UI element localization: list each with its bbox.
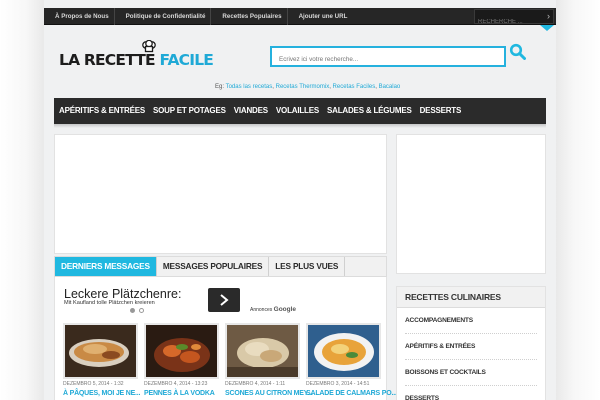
post-title[interactable]: PENNES À LA VODKA [144, 390, 219, 397]
chevron-right-icon [220, 294, 229, 306]
ad-subtitle[interactable]: Mit Kaufland tolle Plätzchen kreieren [64, 300, 155, 306]
post-title[interactable]: SALADE DE CALMARS PO... [306, 390, 397, 397]
tab-popular[interactable]: MESSAGES POPULAIRES [157, 257, 270, 276]
nav-viandes[interactable]: VIANDES [230, 98, 272, 124]
categories-widget: RECETTES CULINAIRES ACCOMPAGNEMENTS APÉR… [396, 286, 546, 400]
main-search [270, 46, 506, 68]
post-card[interactable]: DEZEMBRO 4, 2014 - 1:11 SCONES AU CITRON… [225, 323, 313, 397]
sidebar-ad[interactable] [396, 134, 546, 274]
posts-tabs: DERNIERS MESSAGES MESSAGES POPULAIRES LE… [54, 256, 387, 277]
search-examples-label: Eg: [215, 84, 225, 90]
post-title[interactable]: À PÂQUES, MOI JE NE... [63, 390, 140, 397]
category-item[interactable]: ACCOMPAGNEMENTS [405, 308, 537, 334]
nav-soup[interactable]: SOUP ET POTAGES [149, 98, 230, 124]
logo-text: LA RECETTE FACILE [59, 51, 214, 69]
post-date: DEZEMBRO 4, 2014 - 1:11 [225, 381, 286, 387]
chevron-right-icon[interactable]: › [547, 11, 550, 22]
accent-triangle [540, 25, 554, 31]
post-date: DEZEMBRO 4, 2014 - 13:23 [144, 381, 208, 387]
top-search-input[interactable] [475, 15, 537, 29]
site-logo[interactable]: LA RECETTE FACILE [59, 40, 214, 70]
top-nav: À Propos de Nous Politique de Confidenti… [44, 8, 352, 25]
top-bar: À Propos de Nous Politique de Confidenti… [44, 8, 556, 29]
example-link-thermomix[interactable]: Recetas Thermomix [276, 84, 330, 90]
ad-label: Annonces Google [250, 306, 296, 313]
category-item[interactable]: DESSERTS [405, 386, 537, 400]
categories-list: ACCOMPAGNEMENTS APÉRITIFS & ENTRÉES BOIS… [397, 308, 545, 400]
category-item[interactable]: APÉRITIFS & ENTRÉES [405, 334, 537, 360]
search-icon[interactable] [509, 43, 526, 60]
post-thumbnail[interactable] [306, 323, 381, 379]
ad-open-button[interactable] [208, 288, 240, 312]
top-nav-popular[interactable]: Recettes Populaires [211, 8, 288, 25]
example-link-bacalao[interactable]: Bacalao [379, 84, 401, 90]
post-card[interactable]: DEZEMBRO 5, 2014 - 1:32 À PÂQUES, MOI JE… [63, 323, 140, 397]
main-search-input[interactable] [272, 51, 504, 68]
main-nav: APÉRITIFS & ENTRÉES SOUP ET POTAGES VIAN… [54, 98, 546, 124]
search-examples: Eg: Todas las recetas, Recetas Thermomix… [215, 84, 401, 90]
example-link-all[interactable]: Todas las recetas [226, 84, 273, 90]
top-nav-about[interactable]: À Propos de Nous [44, 8, 115, 25]
example-link-faciles[interactable]: Recetas Faciles [333, 84, 376, 90]
tab-most-viewed[interactable]: LES PLUS VUES [269, 257, 346, 276]
ad-dot[interactable] [139, 308, 144, 313]
page-margin-left [0, 0, 44, 400]
nav-desserts[interactable]: DESSERTS [416, 98, 466, 124]
ad-pagination [130, 308, 144, 313]
post-card[interactable]: DEZEMBRO 4, 2014 - 13:23 PENNES À LA VOD… [144, 323, 219, 397]
post-title[interactable]: SCONES AU CITRON MEY... [225, 390, 313, 397]
top-nav-add-url[interactable]: Ajouter une URL [288, 8, 353, 25]
categories-title: RECETTES CULINAIRES [397, 287, 545, 308]
logo-text-main: LA RECETTE [59, 51, 160, 69]
post-card[interactable]: DEZEMBRO 3, 2014 - 14:51 SALADE DE CALMA… [306, 323, 397, 397]
ad-title[interactable]: Leckere Plätzchenre: [64, 287, 181, 301]
post-date: DEZEMBRO 3, 2014 - 14:51 [306, 381, 370, 387]
post-thumbnail[interactable] [225, 323, 300, 379]
post-date: DEZEMBRO 5, 2014 - 1:32 [63, 381, 124, 387]
page-margin-right [556, 0, 600, 400]
nav-salades[interactable]: SALADES & LÉGUMES [323, 98, 416, 124]
ad-label-prefix: Annonces [250, 307, 273, 313]
post-thumbnail[interactable] [63, 323, 138, 379]
category-item[interactable]: BOISSONS ET COCKTAILS [405, 360, 537, 386]
top-nav-privacy[interactable]: Politique de Confidentialité [115, 8, 212, 25]
logo-text-accent: FACILE [159, 51, 214, 69]
tab-latest[interactable]: DERNIERS MESSAGES [55, 257, 157, 276]
nav-shadow [54, 124, 546, 128]
nav-aperitifs[interactable]: APÉRITIFS & ENTRÉES [54, 98, 149, 124]
ad-dot[interactable] [130, 308, 135, 313]
top-search: › [474, 9, 554, 29]
featured-slider[interactable] [54, 134, 387, 254]
ad-label-brand: Google [273, 306, 297, 313]
nav-volailles[interactable]: VOLAILLES [272, 98, 323, 124]
post-thumbnail[interactable] [144, 323, 219, 379]
